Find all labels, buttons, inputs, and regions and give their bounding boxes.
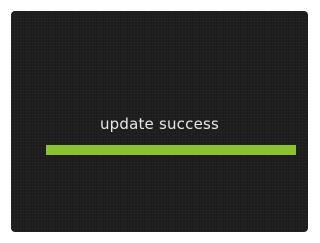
- display-screen: update success: [11, 11, 308, 232]
- progress-bar-fill: [46, 145, 296, 155]
- device-frame: update success: [0, 0, 319, 243]
- progress-bar: [46, 145, 296, 155]
- status-message: update success: [99, 115, 220, 133]
